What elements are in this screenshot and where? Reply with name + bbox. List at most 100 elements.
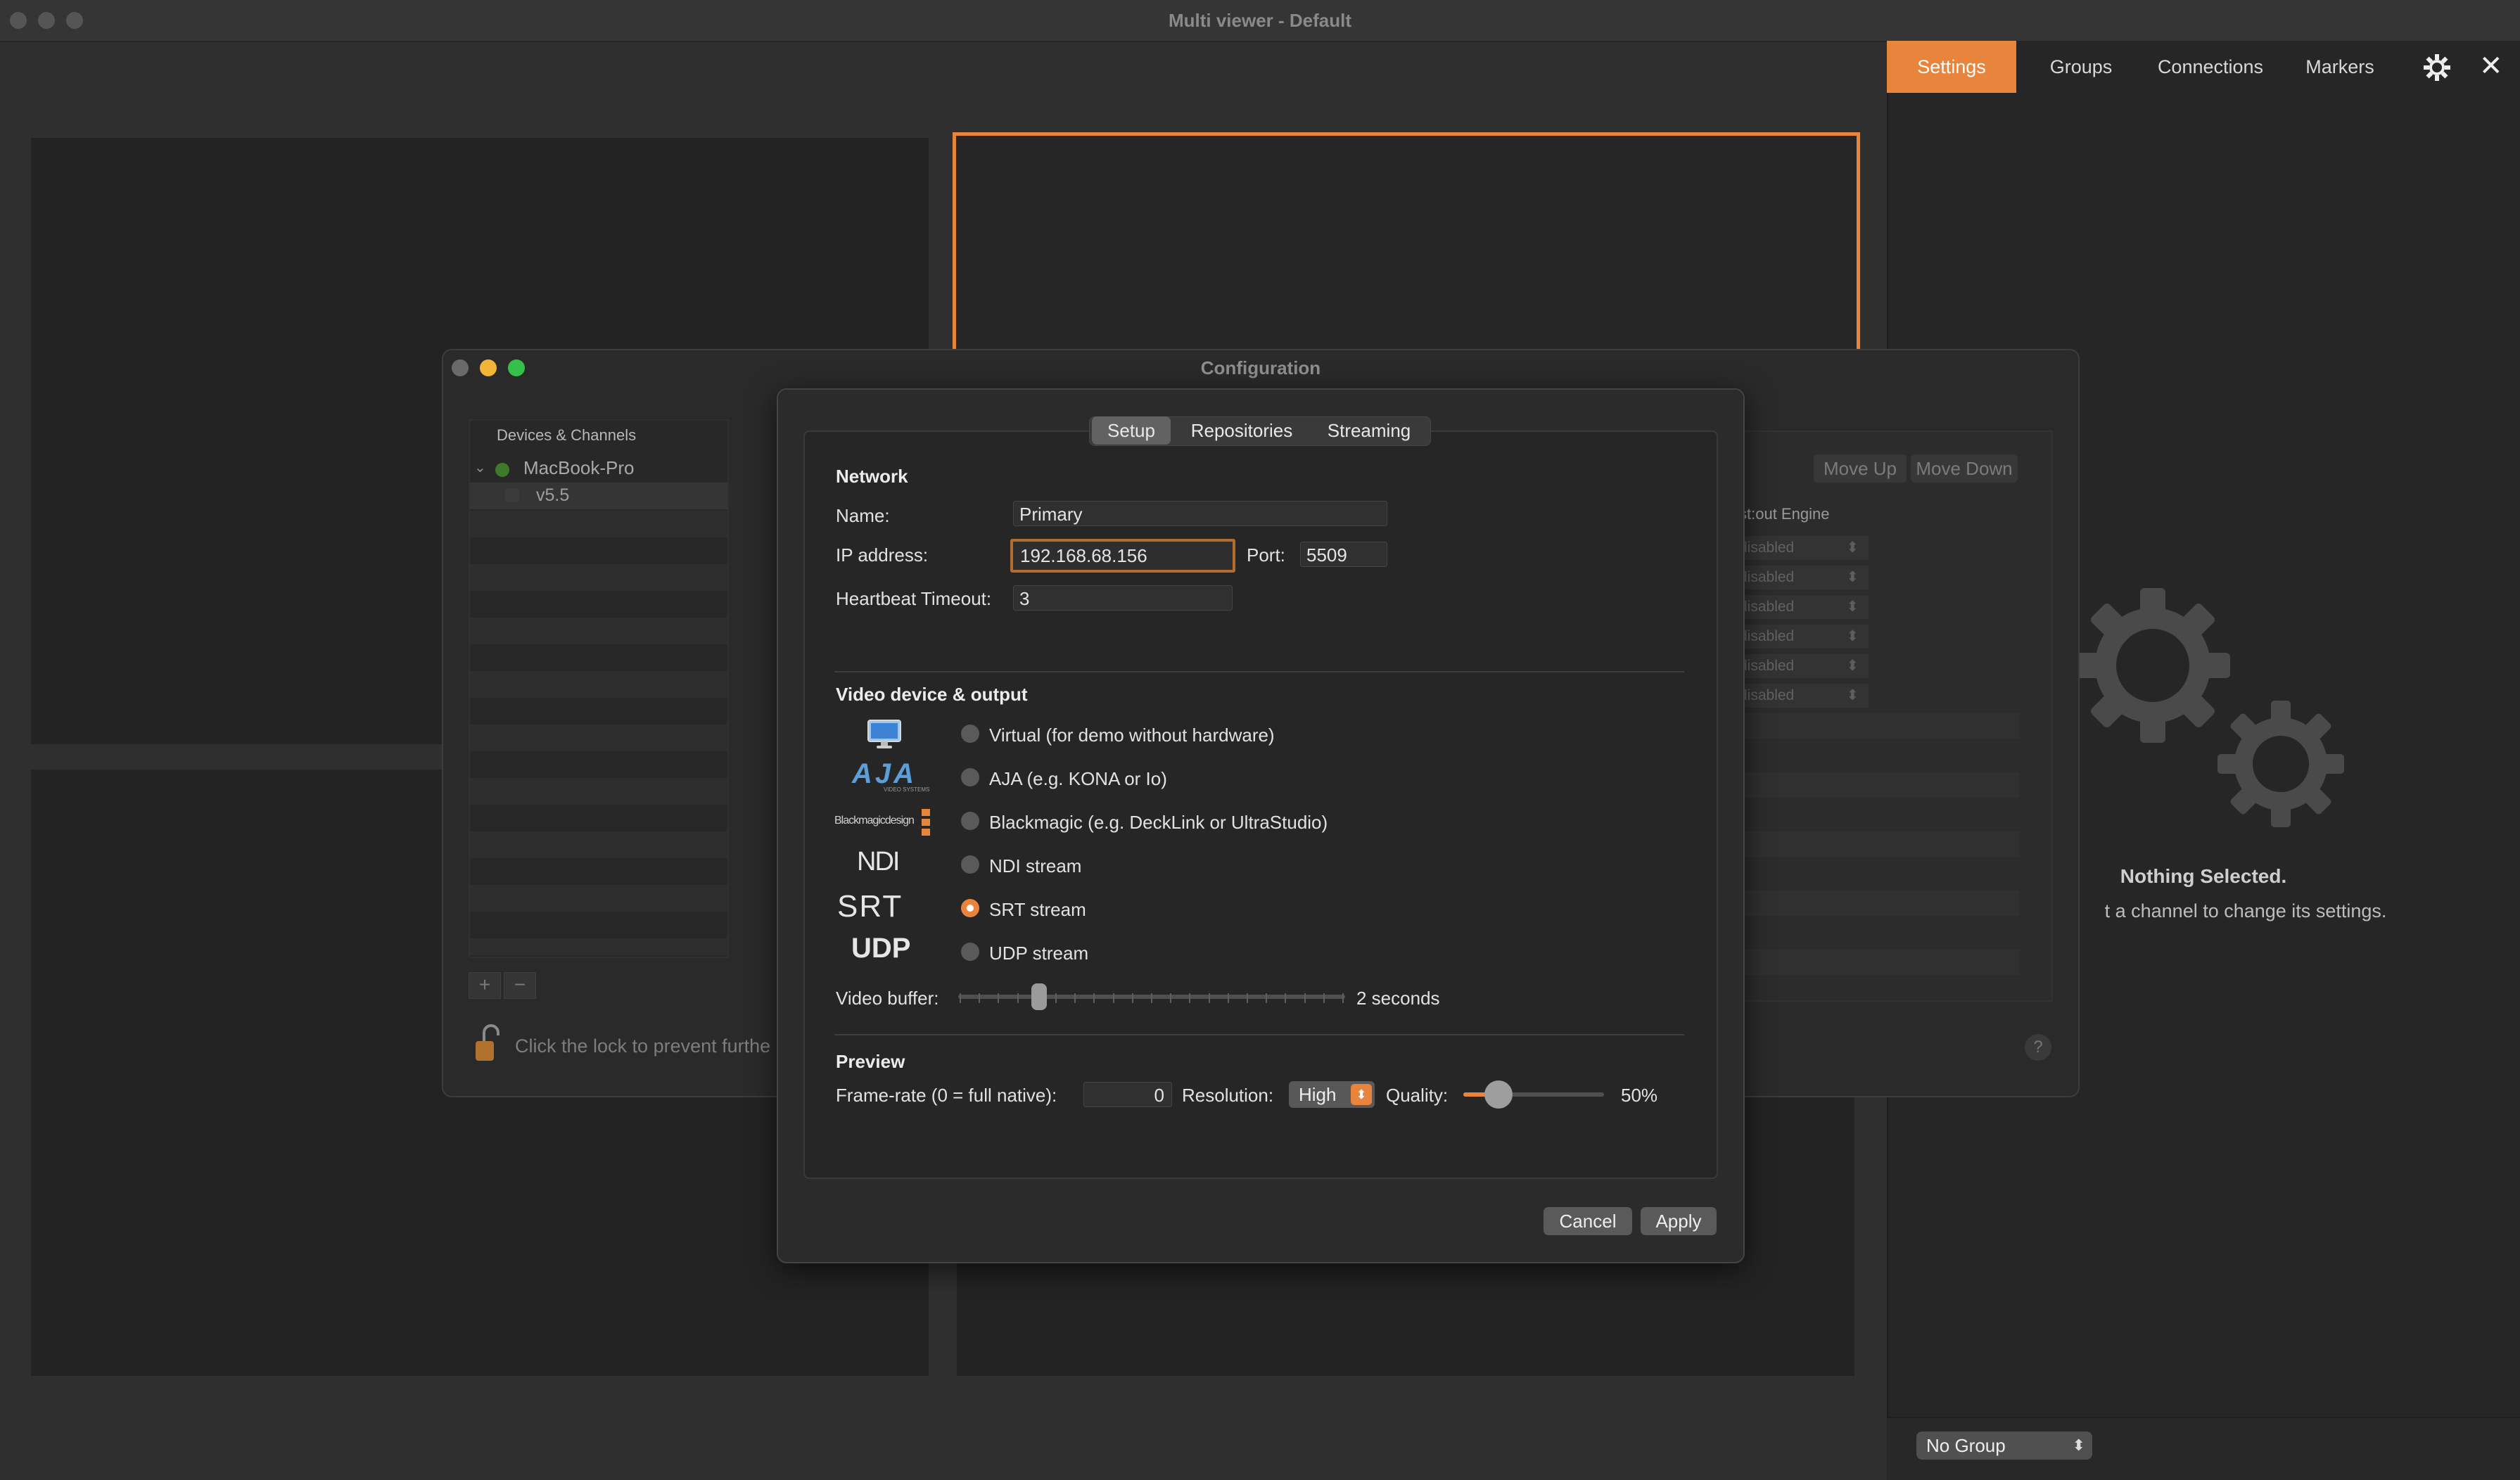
- name-field[interactable]: Primary: [1013, 501, 1387, 526]
- heartbeat-field[interactable]: 3: [1013, 585, 1233, 611]
- option-blackmagic-label[interactable]: Blackmagic (e.g. DeckLink or UltraStudio…: [989, 812, 1328, 834]
- tab-markers[interactable]: Markers: [2275, 41, 2405, 93]
- radio-ndi[interactable]: [961, 855, 979, 874]
- engine-value: disabled: [1739, 687, 1795, 703]
- quality-knob[interactable]: [1484, 1080, 1513, 1109]
- unlocked-lock-icon[interactable]: [474, 1024, 502, 1064]
- remove-button[interactable]: −: [504, 972, 536, 999]
- disclosure-chevron-icon[interactable]: ⌄: [474, 459, 486, 476]
- slider-tick: [979, 993, 981, 1003]
- engine-select[interactable]: disabled ⬍: [1739, 654, 1869, 678]
- engine-value: disabled: [1739, 599, 1795, 615]
- channel-name[interactable]: v5.5: [536, 485, 569, 506]
- slider-tick: [1304, 993, 1306, 1003]
- option-udp-label[interactable]: UDP stream: [989, 943, 1088, 964]
- tab-settings[interactable]: Settings: [1887, 41, 2016, 93]
- engine-select[interactable]: disabled ⬍: [1739, 566, 1869, 589]
- slider-tick: [1342, 993, 1344, 1003]
- cancel-button[interactable]: Cancel: [1544, 1207, 1632, 1235]
- gear-icon[interactable]: [2423, 53, 2451, 82]
- tab-connections[interactable]: Connections: [2146, 41, 2275, 93]
- resolution-label: Resolution:: [1182, 1085, 1274, 1106]
- gear-icon: [2217, 701, 2344, 827]
- group-select-value: No Group: [1926, 1435, 2006, 1456]
- radio-srt[interactable]: [961, 899, 979, 917]
- name-label: Name:: [836, 505, 890, 526]
- up-down-chevron-icon: ⬍: [1846, 658, 1859, 674]
- up-down-chevron-icon: ⬍: [1846, 540, 1859, 556]
- slider-tick: [1189, 993, 1191, 1003]
- config-minimize-button[interactable]: [480, 359, 497, 376]
- resolution-select[interactable]: High ⬍: [1289, 1081, 1375, 1108]
- table-row: [1729, 891, 2019, 916]
- device-name[interactable]: MacBook-Pro: [523, 457, 635, 479]
- close-icon[interactable]: ✕: [2479, 52, 2503, 80]
- resolution-value: High: [1299, 1084, 1337, 1105]
- engine-select[interactable]: disabled ⬍: [1739, 536, 1869, 560]
- move-down-button[interactable]: Move Down: [1911, 454, 2018, 483]
- heartbeat-label: Heartbeat Timeout:: [836, 588, 992, 609]
- option-ndi-label[interactable]: NDI stream: [989, 855, 1081, 877]
- framerate-field[interactable]: 0: [1083, 1082, 1172, 1107]
- config-zoom-button[interactable]: [508, 359, 525, 376]
- slider-tick: [1247, 993, 1248, 1003]
- option-virtual-label[interactable]: Virtual (for demo without hardware): [989, 725, 1275, 746]
- option-srt-label[interactable]: SRT stream: [989, 899, 1086, 921]
- list-item: [470, 938, 727, 955]
- network-section-title: Network: [836, 466, 908, 487]
- add-button[interactable]: +: [469, 972, 501, 999]
- slider-tick: [960, 993, 961, 1003]
- help-button[interactable]: ?: [2025, 1034, 2051, 1061]
- radio-aja[interactable]: [961, 768, 979, 786]
- devices-channels-header: Devices & Channels: [497, 426, 637, 444]
- table-row: [1729, 772, 2019, 798]
- option-aja-label[interactable]: AJA (e.g. KONA or Io): [989, 768, 1167, 790]
- up-down-chevron-icon: ⬍: [1846, 599, 1859, 615]
- section-divider: [834, 671, 1684, 672]
- engine-value: disabled: [1739, 540, 1795, 556]
- radio-blackmagic[interactable]: [961, 812, 979, 830]
- slider-tick: [1170, 993, 1172, 1003]
- aja-logo-subtitle: VIDEO SYSTEMS: [884, 786, 930, 793]
- tab-setup[interactable]: Setup: [1092, 416, 1171, 445]
- window-title: Multi viewer - Default: [1168, 10, 1352, 31]
- video-section-title: Video device & output: [836, 684, 1028, 705]
- engine-select[interactable]: disabled ⬍: [1739, 625, 1869, 649]
- up-down-chevron-icon: ⬍: [2072, 1436, 2085, 1454]
- gear-icon: [2075, 588, 2230, 743]
- quality-value: 50%: [1621, 1085, 1658, 1106]
- ip-address-field[interactable]: 192.168.68.156: [1010, 539, 1235, 573]
- list-item: [470, 885, 727, 912]
- srt-logo: SRT: [837, 889, 903, 924]
- tab-streaming[interactable]: Streaming: [1311, 416, 1427, 445]
- preview-section-title: Preview: [836, 1051, 905, 1072]
- engine-value: disabled: [1739, 569, 1795, 585]
- radio-udp[interactable]: [961, 943, 979, 961]
- list-item: [470, 671, 727, 698]
- table-row: [1729, 831, 2019, 857]
- list-item: [470, 618, 727, 644]
- radio-virtual[interactable]: [961, 725, 979, 743]
- group-select[interactable]: No Group ⬍: [1916, 1431, 2092, 1460]
- slider-tick: [1074, 993, 1076, 1003]
- apply-button[interactable]: Apply: [1641, 1207, 1717, 1235]
- list-item: [470, 831, 727, 858]
- video-buffer-knob[interactable]: [1031, 983, 1047, 1010]
- config-close-button[interactable]: [452, 359, 469, 376]
- tab-groups[interactable]: Groups: [2016, 41, 2146, 93]
- port-field[interactable]: 5509: [1300, 542, 1387, 567]
- table-row: [1729, 950, 2019, 975]
- udp-logo: UDP: [851, 933, 911, 964]
- slider-tick: [998, 993, 1000, 1003]
- slider-tick: [1208, 993, 1210, 1003]
- up-down-chevron-icon: ⬍: [1846, 569, 1859, 585]
- device-status-dot: [495, 463, 509, 477]
- channel-checkbox[interactable]: [505, 488, 519, 502]
- list-item: [470, 564, 727, 591]
- engine-select[interactable]: disabled ⬍: [1739, 595, 1869, 619]
- video-buffer-value: 2 seconds: [1356, 988, 1440, 1009]
- tab-repositories[interactable]: Repositories: [1176, 416, 1307, 445]
- list-item: [470, 778, 727, 805]
- engine-select[interactable]: disabled ⬍: [1739, 684, 1869, 708]
- move-up-button[interactable]: Move Up: [1814, 454, 1907, 483]
